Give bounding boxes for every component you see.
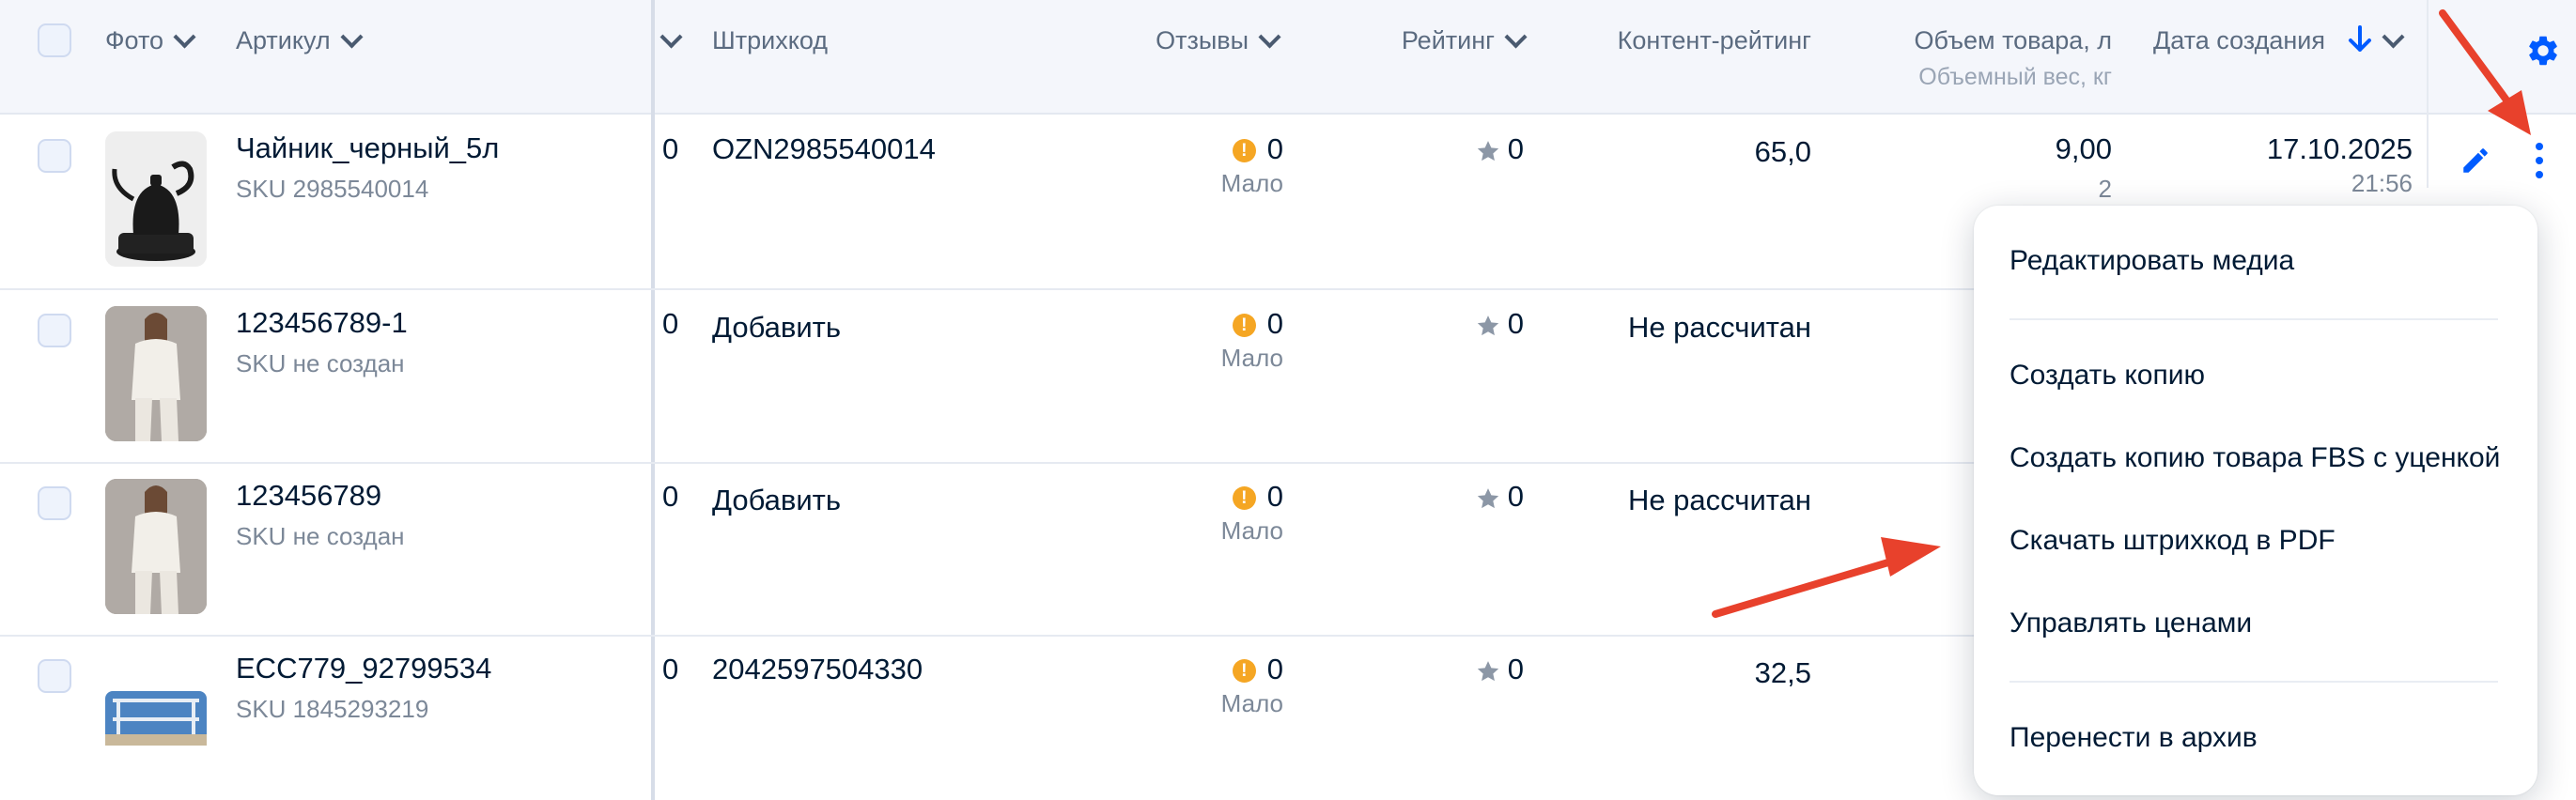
annotation-arrows [1712,9,2531,618]
red-arrow [2439,9,2531,135]
red-arrow [1712,537,1941,618]
